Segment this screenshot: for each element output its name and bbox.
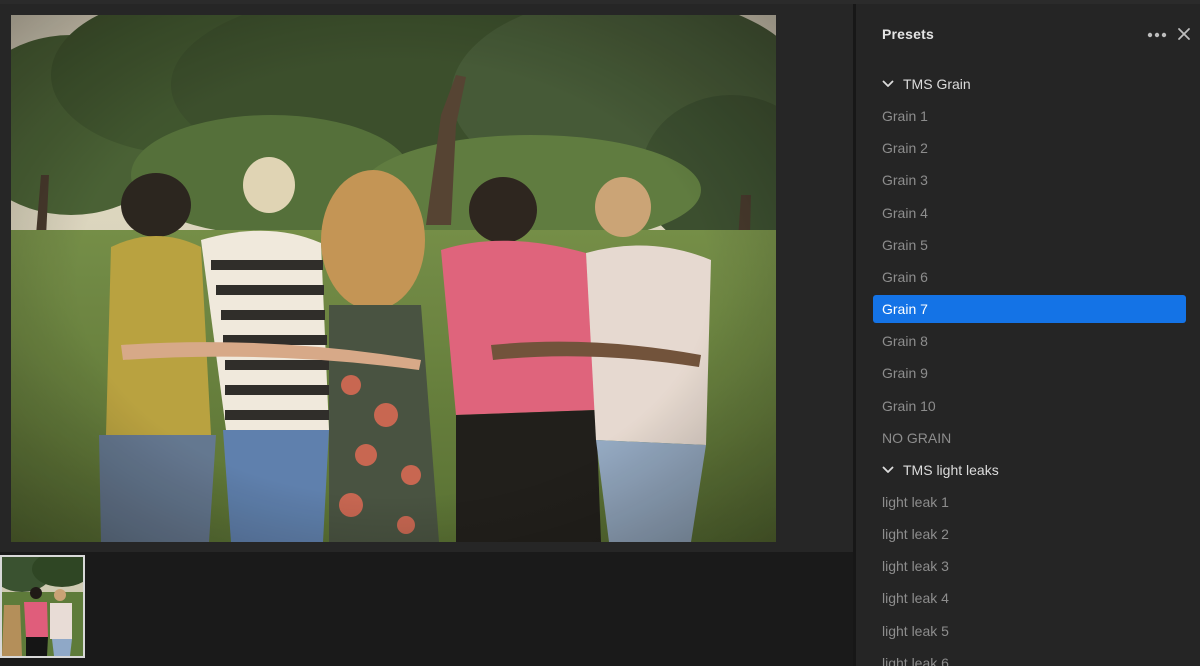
preset-item-grain-7[interactable]: Grain 7	[873, 295, 1186, 324]
preset-item-light-leak-5[interactable]: light leak 5	[856, 615, 1200, 647]
group-header-tms-grain[interactable]: TMS Grain	[856, 68, 1200, 100]
preset-item-light-leak-2[interactable]: light leak 2	[856, 518, 1200, 550]
preset-item-light-leak-1[interactable]: light leak 1	[856, 486, 1200, 518]
preset-item-grain-8[interactable]: Grain 8	[856, 325, 1200, 357]
preset-item-light-leak-6[interactable]: light leak 6	[856, 647, 1200, 666]
preset-item-grain-5[interactable]: Grain 5	[856, 229, 1200, 261]
filmstrip-thumbnail[interactable]	[0, 555, 85, 658]
group-label: TMS Grain	[903, 76, 971, 92]
preset-item-grain-3[interactable]: Grain 3	[856, 164, 1200, 196]
preview-photo[interactable]	[11, 15, 776, 542]
preset-item-grain-2[interactable]: Grain 2	[856, 132, 1200, 164]
preset-item-light-leak-4[interactable]: light leak 4	[856, 582, 1200, 614]
preset-item-grain-10[interactable]: Grain 10	[856, 390, 1200, 422]
preset-item-grain-9[interactable]: Grain 9	[856, 357, 1200, 389]
group-header-tms-light-leaks[interactable]: TMS light leaks	[856, 454, 1200, 486]
chevron-down-icon	[882, 80, 894, 87]
chevron-down-icon	[882, 466, 894, 473]
more-horizontal-icon[interactable]	[1146, 28, 1168, 42]
photo-editor-window: Presets TMS Grain Grain 1 Grain 2 Grain …	[0, 0, 1200, 666]
preset-list: TMS Grain Grain 1 Grain 2 Grain 3 Grain …	[856, 68, 1200, 666]
preset-item-grain-4[interactable]: Grain 4	[856, 197, 1200, 229]
preset-item-no-grain[interactable]: NO GRAIN	[856, 422, 1200, 454]
group-label: TMS light leaks	[903, 461, 999, 478]
close-icon[interactable]	[1176, 26, 1192, 42]
preset-item-grain-6[interactable]: Grain 6	[856, 261, 1200, 293]
image-viewer	[0, 4, 853, 552]
presets-panel: Presets TMS Grain Grain 1 Grain 2 Grain …	[856, 4, 1200, 666]
preset-item-grain-1[interactable]: Grain 1	[856, 100, 1200, 132]
preset-item-light-leak-3[interactable]: light leak 3	[856, 550, 1200, 582]
panel-title: Presets	[882, 26, 934, 42]
filmstrip	[0, 552, 853, 666]
